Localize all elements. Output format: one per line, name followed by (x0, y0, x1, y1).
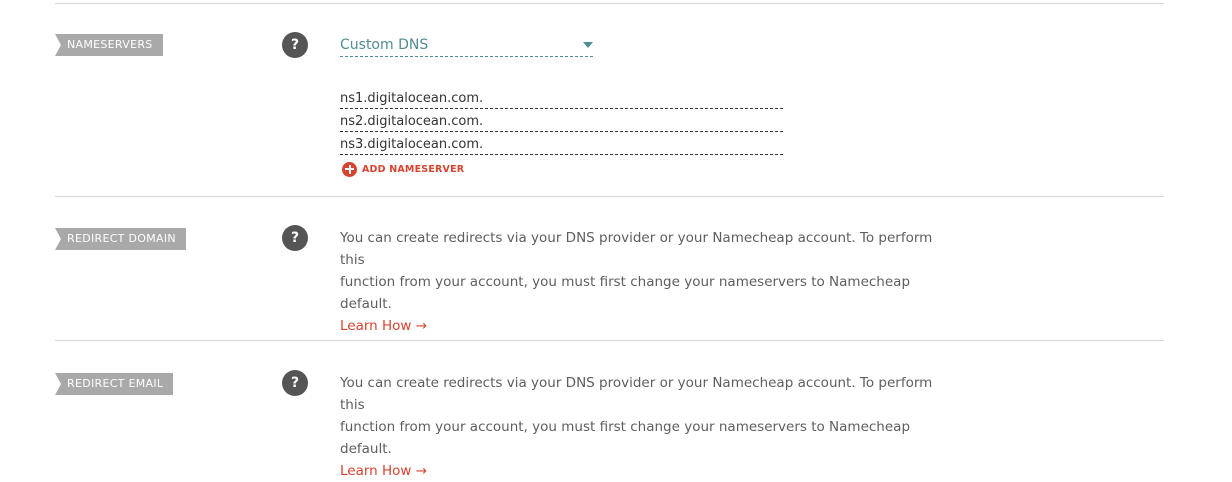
nameserver-3-input[interactable] (340, 134, 783, 155)
redirect-domain-text-line1: You can create redirects via your DNS pr… (340, 230, 933, 268)
redirect-email-learn-link[interactable]: Learn How → (340, 460, 427, 482)
redirect-domain-description: You can create redirects via your DNS pr… (340, 227, 960, 337)
redirect-domain-text-line2: function from your account, you must fir… (340, 274, 911, 312)
add-nameserver-button[interactable]: ADD NAMESERVER (342, 161, 464, 177)
add-nameserver-label: ADD NAMESERVER (362, 163, 465, 175)
section-divider (55, 196, 1164, 197)
redirect-email-text-line1: You can create redirects via your DNS pr… (340, 375, 933, 413)
redirect-email-text-line2: function from your account, you must fir… (340, 419, 911, 457)
nameserver-1-input[interactable] (340, 88, 783, 109)
redirect-domain-help-icon[interactable]: ? (282, 225, 308, 251)
redirect-email-tag: REDIRECT EMAIL (55, 373, 174, 395)
redirect-domain-learn-link[interactable]: Learn How → (340, 315, 427, 337)
redirect-email-help-icon[interactable]: ? (282, 370, 308, 396)
section-divider (55, 340, 1164, 341)
nameserver-type-select[interactable]: Custom DNS (340, 34, 593, 57)
nameservers-tag: NAMESERVERS (55, 34, 163, 56)
caret-down-icon (583, 42, 593, 48)
nameservers-help-icon[interactable]: ? (282, 32, 308, 58)
redirect-email-description: You can create redirects via your DNS pr… (340, 372, 960, 482)
top-divider (55, 3, 1164, 4)
nameserver-2-input[interactable] (340, 111, 783, 132)
redirect-domain-tag: REDIRECT DOMAIN (55, 228, 186, 250)
nameserver-type-value: Custom DNS (340, 37, 429, 53)
plus-circle-icon (342, 161, 357, 177)
